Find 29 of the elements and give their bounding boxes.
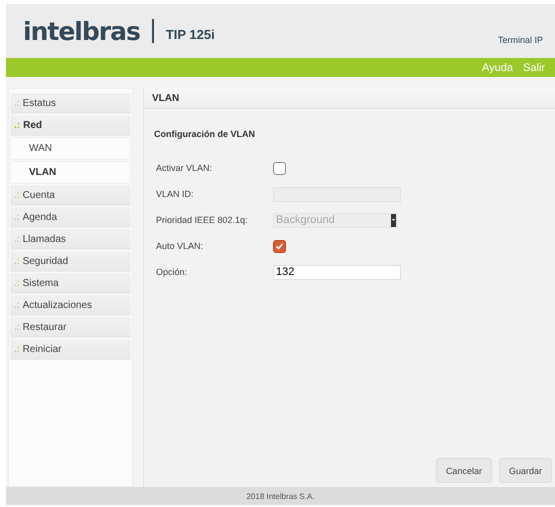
sidebar-item[interactable]: .: Sistema [10,273,131,294]
logo: intelbras [23,16,140,46]
check-icon [275,242,284,250]
input-field[interactable]: 132 [273,264,401,280]
field-label: Activar VLAN: [156,163,214,173]
field-label: Auto VLAN: [156,241,204,251]
field-label: VLAN ID: [156,189,195,199]
sidebar-item[interactable]: .: Actualizaciones [10,295,131,316]
checkbox[interactable] [273,240,286,252]
sidebar-subitem[interactable]: WAN [10,137,131,160]
sidebar-item[interactable]: .: Cuenta [10,185,131,206]
field-label: Opción: [156,267,188,277]
sidebar-item[interactable]: .: Reiniciar [10,339,131,360]
sidebar-item[interactable]: .: Agenda [10,207,131,228]
section-heading: Configuración de VLAN [154,129,256,139]
sidebar-item[interactable]: .: Seguridad [10,251,131,272]
sidebar-item[interactable]: .: Restaurar [10,317,131,338]
form-button[interactable]: Guardar [498,458,552,483]
device-type: Terminal IP [498,35,543,45]
copyright-text: 2018 Intelbras S.A. [246,492,315,500]
sidebar-subitem[interactable]: VLAN [10,161,131,184]
sidebar-item[interactable]: .: Red [10,115,131,136]
model-name: TIP 125i [166,26,215,42]
sidebar-item[interactable]: .: Estatus [10,93,131,114]
field-label: Prioridad IEEE 802.1q: [156,215,249,225]
sidebar-item[interactable]: .: Llamadas [10,229,131,250]
panel-title: VLAN [144,88,555,109]
checkbox[interactable] [273,162,286,174]
form-button[interactable]: Cancelar [436,458,492,483]
